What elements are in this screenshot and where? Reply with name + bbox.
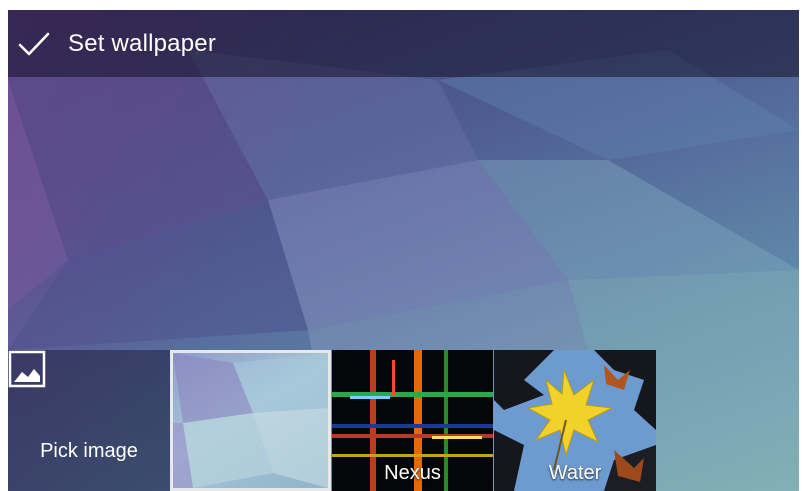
wallpaper-tile-water[interactable]: Water <box>494 350 656 491</box>
current-wallpaper-thumbnail <box>173 353 328 488</box>
water-label: Water <box>548 462 602 484</box>
pick-image-label: Pick image <box>40 440 138 462</box>
wallpaper-tile-current[interactable] <box>170 350 331 491</box>
pick-image-tile[interactable]: Pick image <box>8 350 170 491</box>
set-wallpaper-button[interactable]: Set wallpaper <box>8 10 230 77</box>
action-bar-title: Set wallpaper <box>68 29 217 57</box>
wallpaper-tile-nexus[interactable]: Nexus <box>332 350 493 491</box>
wallpaper-strip: Pick image Nexus Water <box>8 350 799 491</box>
image-icon <box>8 350 46 388</box>
action-bar: Set wallpaper <box>8 10 799 77</box>
wallpaper-preview: Set wallpaper Pick image Nexus Water <box>8 10 799 491</box>
nexus-label: Nexus <box>384 462 441 484</box>
checkmark-icon <box>18 32 50 55</box>
